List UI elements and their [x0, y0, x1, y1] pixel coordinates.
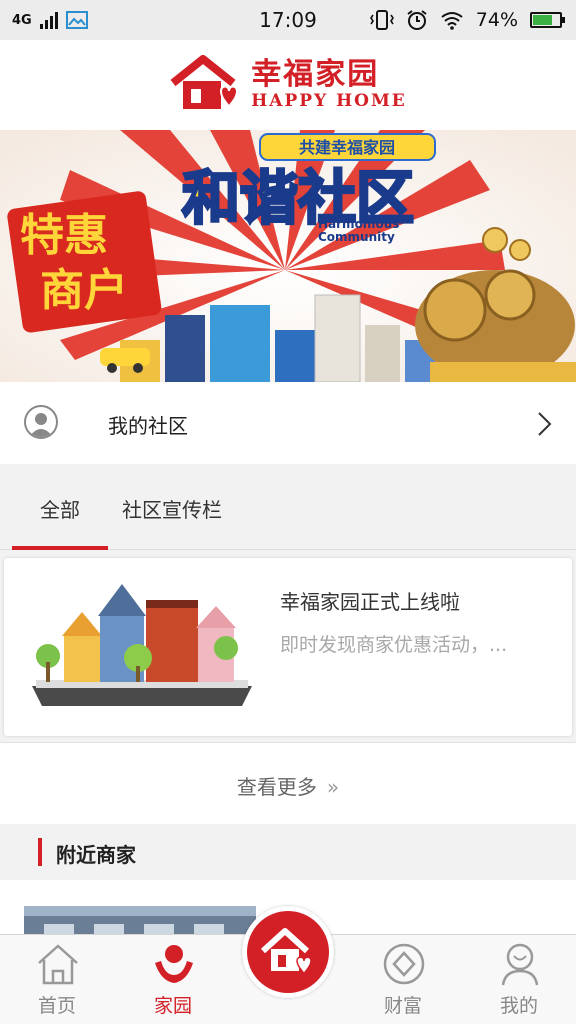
- my-community-row[interactable]: 我的社区: [0, 382, 576, 464]
- tabbar-profile-label: 我的: [499, 995, 538, 1017]
- alarm-icon: [407, 10, 427, 30]
- promo-banner[interactable]: 特惠 商户 共建幸福家园 和谐社区 Harmonious Community: [0, 130, 576, 382]
- battery-percent: 74%: [475, 9, 518, 31]
- app-logo: 幸福家园 HAPPY HOME: [169, 55, 407, 115]
- banner-left-title-2: 商户: [40, 265, 128, 316]
- view-more-area: 查看更多 »: [0, 742, 576, 824]
- promo-badge-left: 特惠 商户: [7, 191, 162, 333]
- status-bar: 4G 17:09 74%: [0, 0, 576, 40]
- banner-subtitle-1: Harmonious: [318, 217, 399, 231]
- center-home-button[interactable]: [242, 906, 334, 998]
- tab-all[interactable]: 全部: [40, 494, 80, 523]
- banner-ribbon-text: 共建幸福家园: [299, 138, 395, 157]
- community-title: 我的社区: [108, 414, 188, 438]
- profile-icon: [501, 943, 539, 986]
- tab-active-indicator: [12, 546, 108, 550]
- tabbar-family[interactable]: 家园: [118, 935, 228, 1024]
- tabbar-wealth[interactable]: 财富: [348, 935, 458, 1024]
- view-more-button[interactable]: 查看更多 »: [0, 771, 576, 800]
- logo-title-en: HAPPY HOME: [251, 91, 407, 111]
- section-accent-bar: [38, 838, 42, 866]
- app-header: 幸福家园 HAPPY HOME: [0, 40, 576, 130]
- logo-text: 幸福家园 HAPPY HOME: [251, 57, 407, 112]
- news-summary: 即时发现商家优惠活动，...: [280, 634, 508, 656]
- wifi-icon: [441, 12, 463, 30]
- view-more-label: 查看更多: [236, 775, 317, 799]
- double-chevron-right-icon: »: [326, 775, 340, 799]
- tab-community-board[interactable]: 社区宣传栏: [122, 494, 222, 523]
- nearby-merchants-header: 附近商家: [0, 824, 576, 880]
- tabbar-wealth-label: 财富: [383, 995, 422, 1017]
- status-right: 74%: [369, 0, 565, 40]
- town-illustration: [32, 584, 252, 706]
- battery-icon: [530, 12, 565, 28]
- banner-left-title-1: 特惠: [20, 210, 108, 261]
- nearby-merchants-title: 附近商家: [56, 843, 136, 867]
- news-card[interactable]: 幸福家园正式上线啦 即时发现商家优惠活动，...: [4, 558, 572, 736]
- chevron-right-icon: [538, 412, 552, 436]
- logo-title-cn: 幸福家园: [251, 57, 380, 92]
- news-title: 幸福家园正式上线啦: [280, 590, 460, 614]
- avatar-icon: [24, 405, 58, 439]
- family-icon: [155, 945, 193, 983]
- banner-artwork: 特惠 商户 共建幸福家园 和谐社区 Harmonious Community: [0, 130, 576, 382]
- tabbar-home[interactable]: 首页: [2, 935, 112, 1024]
- center-button-circle: [247, 911, 329, 993]
- tabbar-family-label: 家园: [153, 995, 192, 1017]
- home-icon: [38, 944, 78, 985]
- banner-subtitle-2: Community: [318, 230, 395, 244]
- vibrate-icon: [369, 10, 394, 30]
- tab-strip: 全部 社区宣传栏: [0, 464, 576, 550]
- tabbar-profile[interactable]: 我的: [464, 935, 574, 1024]
- house-heart-logo-icon: [170, 55, 239, 109]
- tabbar-home-label: 首页: [37, 995, 76, 1017]
- wealth-icon: [383, 943, 425, 985]
- house-heart-icon: [260, 928, 312, 975]
